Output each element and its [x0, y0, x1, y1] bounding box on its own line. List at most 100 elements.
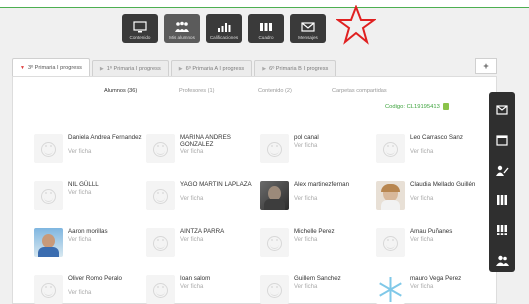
- tab-3-primaria[interactable]: ▼ 3º Primaria I progress: [12, 58, 90, 76]
- top-bar: [0, 0, 529, 8]
- student-name[interactable]: Oliver Romo Peralo: [68, 275, 142, 282]
- default-avatar-icon: [146, 228, 175, 257]
- class-tabs: ▼ 3º Primaria I progress ▶ 1º Primaria I p…: [12, 58, 497, 76]
- student-card[interactable]: NIL GÜLLL Ver ficha: [34, 181, 140, 215]
- tab-label: 6º Primaria A I progress: [185, 65, 245, 72]
- ver-ficha-link[interactable]: Ver ficha: [410, 284, 433, 290]
- student-card[interactable]: Oliver Romo Peralo Ver ficha: [34, 275, 140, 304]
- sidebar-columns-icon[interactable]: [495, 223, 509, 237]
- default-avatar-icon: [260, 275, 289, 304]
- mis-alumnos-label: Mis alumnos: [169, 35, 195, 40]
- student-name[interactable]: mauro Vega Perez: [410, 275, 484, 282]
- ver-ficha-link[interactable]: Ver ficha: [294, 143, 317, 149]
- default-avatar-icon: [260, 134, 289, 163]
- mis-alumnos-button[interactable]: Mis alumnos: [164, 14, 200, 43]
- students-grid: Daniela Andrea Fernandez Ver ficha MARINA …: [34, 134, 484, 304]
- student-card[interactable]: Leo Carrasco Sanz Ver ficha: [376, 134, 482, 168]
- ver-ficha-link[interactable]: Ver ficha: [180, 284, 203, 290]
- student-name[interactable]: Alex martinezfernan: [294, 181, 368, 188]
- default-avatar-icon: [260, 228, 289, 257]
- default-avatar-icon: [146, 181, 175, 210]
- student-name[interactable]: MARINA ANDRES GONZALEZ: [180, 134, 254, 148]
- ver-ficha-link[interactable]: Ver ficha: [294, 237, 317, 243]
- tab-arrow-icon: ▶: [99, 65, 104, 72]
- sidebar-grid-icon[interactable]: [495, 193, 509, 207]
- cuadro-button[interactable]: Cuadro: [248, 14, 284, 43]
- main-toolbar: Contenido Mis alumnos Calificaciones Cua…: [122, 14, 326, 43]
- student-card[interactable]: MARINA ANDRES GONZALEZ Ver ficha: [146, 134, 252, 168]
- default-avatar-icon: [34, 134, 63, 163]
- tab-expand-icon: ▼: [20, 64, 25, 71]
- default-avatar-icon: [146, 275, 175, 304]
- ver-ficha-link[interactable]: Ver ficha: [68, 190, 91, 196]
- monitor-icon: [133, 21, 147, 33]
- subtab-profesores[interactable]: Profesores (1): [179, 88, 214, 94]
- calificaciones-button[interactable]: Calificaciones: [206, 14, 242, 43]
- sidebar-inbox-icon[interactable]: [495, 133, 509, 147]
- tab-label: 3º Primaria I progress: [27, 64, 82, 71]
- ver-ficha-link[interactable]: Ver ficha: [68, 237, 91, 243]
- subtab-carpetas[interactable]: Carpetas compartidas: [332, 88, 387, 94]
- student-photo: [376, 181, 405, 210]
- student-card[interactable]: Claudia Mellado Guillén Ver ficha: [376, 181, 482, 215]
- sidebar-user-edit-icon[interactable]: [495, 163, 509, 177]
- contenido-button[interactable]: Contenido: [122, 14, 158, 43]
- lock-icon[interactable]: [442, 103, 449, 110]
- student-name[interactable]: Amau Puñanes: [410, 228, 484, 235]
- student-card[interactable]: Aaron morillas Ver ficha: [34, 228, 140, 262]
- calificaciones-label: Calificaciones: [209, 35, 239, 40]
- ver-ficha-link[interactable]: Ver ficha: [294, 196, 317, 202]
- ver-ficha-link[interactable]: Ver ficha: [68, 290, 91, 296]
- class-code-text: Codigo: CL19195413: [385, 103, 440, 110]
- student-card[interactable]: mauro Vega Perez Ver ficha: [376, 275, 482, 304]
- default-avatar-icon: [376, 134, 405, 163]
- subtab-alumnos[interactable]: Alumnos (36): [104, 88, 137, 94]
- default-avatar-icon: [34, 275, 63, 304]
- student-name[interactable]: NIL GÜLLL: [68, 181, 142, 188]
- ver-ficha-link[interactable]: Ver ficha: [180, 149, 203, 155]
- student-name[interactable]: Guillem Sanchez: [294, 275, 368, 282]
- student-name[interactable]: Aaron morillas: [68, 228, 142, 235]
- student-card[interactable]: AINTZA PARRA Ver ficha: [146, 228, 252, 262]
- mensajes-button[interactable]: Mensajes: [290, 14, 326, 43]
- ver-ficha-link[interactable]: Ver ficha: [410, 149, 433, 155]
- student-name[interactable]: Claudia Mellado Guillén: [410, 181, 484, 188]
- ver-ficha-link[interactable]: Ver ficha: [294, 284, 317, 290]
- student-card[interactable]: Amau Puñanes Ver ficha: [376, 228, 482, 262]
- student-name[interactable]: pol canal: [294, 134, 368, 141]
- subtab-contenido[interactable]: Contenido (2): [258, 88, 292, 94]
- student-card[interactable]: pol canal Ver ficha: [260, 134, 366, 168]
- student-card[interactable]: Michelle Perez Ver ficha: [260, 228, 366, 262]
- student-card[interactable]: Daniela Andrea Fernandez Ver ficha: [34, 134, 142, 168]
- mensajes-label: Mensajes: [298, 35, 318, 40]
- student-photo: [260, 181, 289, 210]
- student-card[interactable]: Ioan salom Ver ficha: [146, 275, 252, 304]
- tab-6-primaria-b[interactable]: ▶ 6º Primaria B I progress: [254, 60, 337, 76]
- student-card[interactable]: YAGO MARTIN LAPLAZA Ver ficha: [146, 181, 252, 215]
- students-icon: [175, 21, 189, 32]
- student-card[interactable]: Guillem Sanchez Ver ficha: [260, 275, 366, 304]
- student-name[interactable]: Ioan salom: [180, 275, 254, 282]
- sidebar-envelope-icon[interactable]: [495, 103, 509, 117]
- envelope-icon: [301, 22, 315, 32]
- add-tab-button[interactable]: +: [475, 58, 497, 74]
- ver-ficha-link[interactable]: Ver ficha: [180, 196, 203, 202]
- default-avatar-icon: [376, 228, 405, 257]
- student-name[interactable]: YAGO MARTIN LAPLAZA: [180, 181, 254, 188]
- tab-label: 1º Primaria I progress: [106, 65, 161, 72]
- student-name[interactable]: Daniela Andrea Fernandez: [68, 134, 142, 141]
- ver-ficha-link[interactable]: Ver ficha: [180, 237, 203, 243]
- tab-1-primaria[interactable]: ▶ 1º Primaria I progress: [91, 60, 169, 76]
- panel-subtabs: Alumnos (36) Profesores (1) Contenido (2…: [13, 88, 496, 100]
- ver-ficha-link[interactable]: Ver ficha: [410, 237, 433, 243]
- ver-ficha-link[interactable]: Ver ficha: [68, 149, 91, 155]
- default-avatar-icon: [146, 134, 175, 163]
- tab-6-primaria-a[interactable]: ▶ 6º Primaria A I progress: [170, 60, 253, 76]
- ver-ficha-link[interactable]: Ver ficha: [410, 196, 433, 202]
- student-card[interactable]: Alex martinezfernan Ver ficha: [260, 181, 366, 215]
- tab-arrow-icon: ▶: [262, 65, 267, 72]
- student-name[interactable]: Michelle Perez: [294, 228, 368, 235]
- student-name[interactable]: Leo Carrasco Sanz: [410, 134, 484, 141]
- sidebar-users-icon[interactable]: [495, 253, 509, 267]
- student-name[interactable]: AINTZA PARRA: [180, 228, 254, 235]
